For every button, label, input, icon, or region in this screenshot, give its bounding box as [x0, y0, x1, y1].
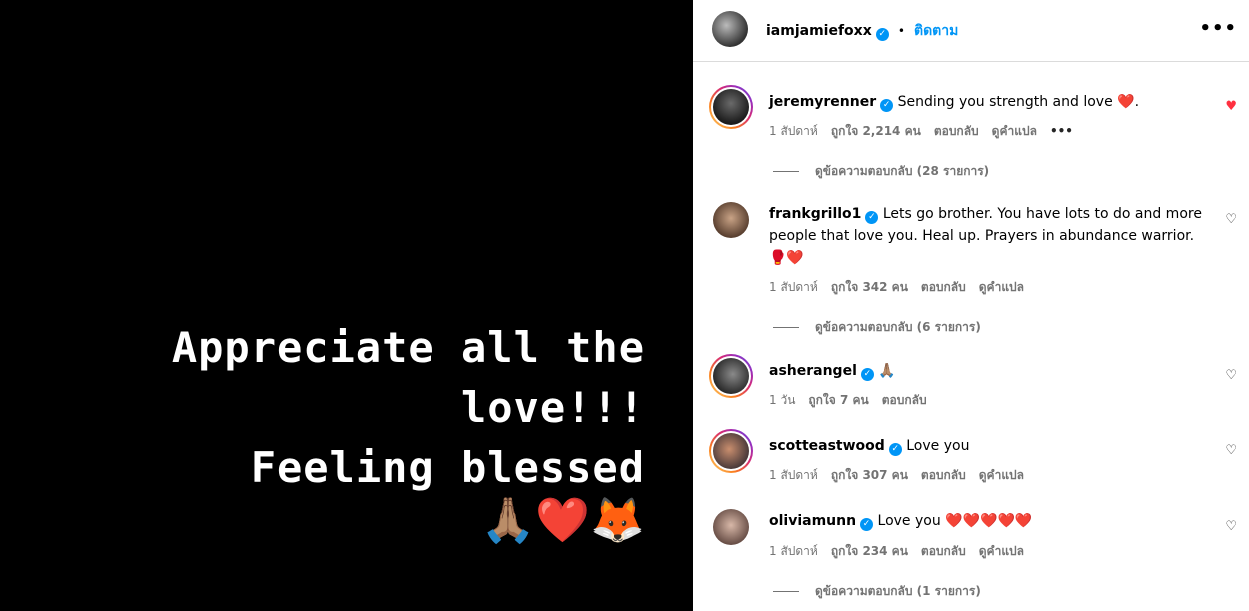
reply-button[interactable]: ตอบกลับ: [921, 280, 966, 294]
author-username[interactable]: iamjamiefoxx: [766, 23, 872, 39]
caption-line-1: Appreciate all the: [171, 323, 645, 372]
heart-icon[interactable]: ♡: [1225, 213, 1237, 227]
comment-username[interactable]: jeremyrenner: [769, 94, 876, 110]
commenter-avatar[interactable]: [709, 85, 753, 129]
more-options-icon[interactable]: •••: [1199, 18, 1237, 39]
view-replies-button[interactable]: ดูข้อความตอบกลับ (28 รายการ): [773, 162, 989, 181]
commenter-avatar[interactable]: [713, 509, 749, 545]
comment-username[interactable]: asherangel: [769, 363, 857, 379]
post-media[interactable]: Appreciate all the love!!! Feeling bless…: [0, 0, 693, 611]
verified-badge-icon: ✓: [865, 211, 879, 224]
caption-line-3: Feeling blessed: [250, 443, 645, 492]
comment-username[interactable]: scotteastwood: [769, 438, 885, 454]
verified-badge-icon: ✓: [888, 443, 902, 456]
reply-button[interactable]: ตอบกลับ: [882, 393, 927, 407]
caption-emoji: 🙏🏽❤️🦊: [480, 495, 645, 546]
comment-text: 🙏🏽: [878, 363, 896, 379]
verified-badge-icon: ✓: [875, 28, 889, 41]
comment-time[interactable]: 1 สัปดาห์: [769, 544, 818, 558]
post-header: iamjamiefoxx ✓ • ติดตาม •••: [693, 0, 1249, 62]
separator-dot: •: [897, 24, 905, 38]
comment-time[interactable]: 1 สัปดาห์: [769, 280, 818, 294]
verified-badge-icon: ✓: [860, 368, 874, 381]
translate-button[interactable]: ดูคำแปล: [979, 544, 1024, 558]
heart-icon[interactable]: ♥: [1225, 100, 1237, 114]
author-avatar[interactable]: [712, 11, 748, 47]
comment-text: Love you: [906, 438, 970, 454]
commenter-avatar[interactable]: [709, 429, 753, 473]
view-replies-button[interactable]: ดูข้อความตอบกลับ (6 รายการ): [773, 318, 981, 337]
comment-username[interactable]: frankgrillo1: [769, 206, 861, 222]
comment-likes[interactable]: ถูกใจ 234 คน: [831, 544, 908, 558]
comment-text: Love you ❤️❤️❤️❤️❤️: [877, 513, 1033, 529]
comment-time[interactable]: 1 สัปดาห์: [769, 124, 818, 138]
comment-text: Sending you strength and love ❤️.: [897, 94, 1140, 110]
reply-button[interactable]: ตอบกลับ: [921, 544, 966, 558]
heart-icon[interactable]: ♡: [1225, 520, 1237, 534]
verified-badge-icon: ✓: [860, 518, 874, 531]
comment-more-icon[interactable]: •••: [1050, 124, 1073, 138]
comments-panel: iamjamiefoxx ✓ • ติดตาม ••• jeremyrenner ✓…: [693, 0, 1249, 611]
comment-likes[interactable]: ถูกใจ 342 คน: [831, 280, 908, 294]
heart-icon[interactable]: ♡: [1225, 369, 1237, 383]
comment-likes[interactable]: ถูกใจ 2,214 คน: [831, 124, 921, 138]
comment-likes[interactable]: ถูกใจ 7 คน: [808, 393, 868, 407]
caption-line-2: love!!!: [460, 383, 645, 432]
verified-badge-icon: ✓: [880, 99, 894, 112]
follow-button[interactable]: ติดตาม: [914, 23, 958, 39]
translate-button[interactable]: ดูคำแปล: [979, 468, 1024, 482]
heart-icon[interactable]: ♡: [1225, 444, 1237, 458]
story-caption: Appreciate all the love!!! Feeling bless…: [172, 318, 645, 498]
translate-button[interactable]: ดูคำแปล: [992, 124, 1037, 138]
comment-username[interactable]: oliviamunn: [769, 513, 856, 529]
reply-button[interactable]: ตอบกลับ: [921, 468, 966, 482]
commenter-avatar[interactable]: [713, 202, 749, 238]
translate-button[interactable]: ดูคำแปล: [979, 280, 1024, 294]
comment-likes[interactable]: ถูกใจ 307 คน: [831, 468, 908, 482]
view-replies-button[interactable]: ดูข้อความตอบกลับ (1 รายการ): [773, 582, 981, 601]
commenter-avatar[interactable]: [709, 354, 753, 398]
comment-time[interactable]: 1 สัปดาห์: [769, 468, 818, 482]
comment-time[interactable]: 1 วัน: [769, 393, 795, 407]
reply-button[interactable]: ตอบกลับ: [934, 124, 979, 138]
